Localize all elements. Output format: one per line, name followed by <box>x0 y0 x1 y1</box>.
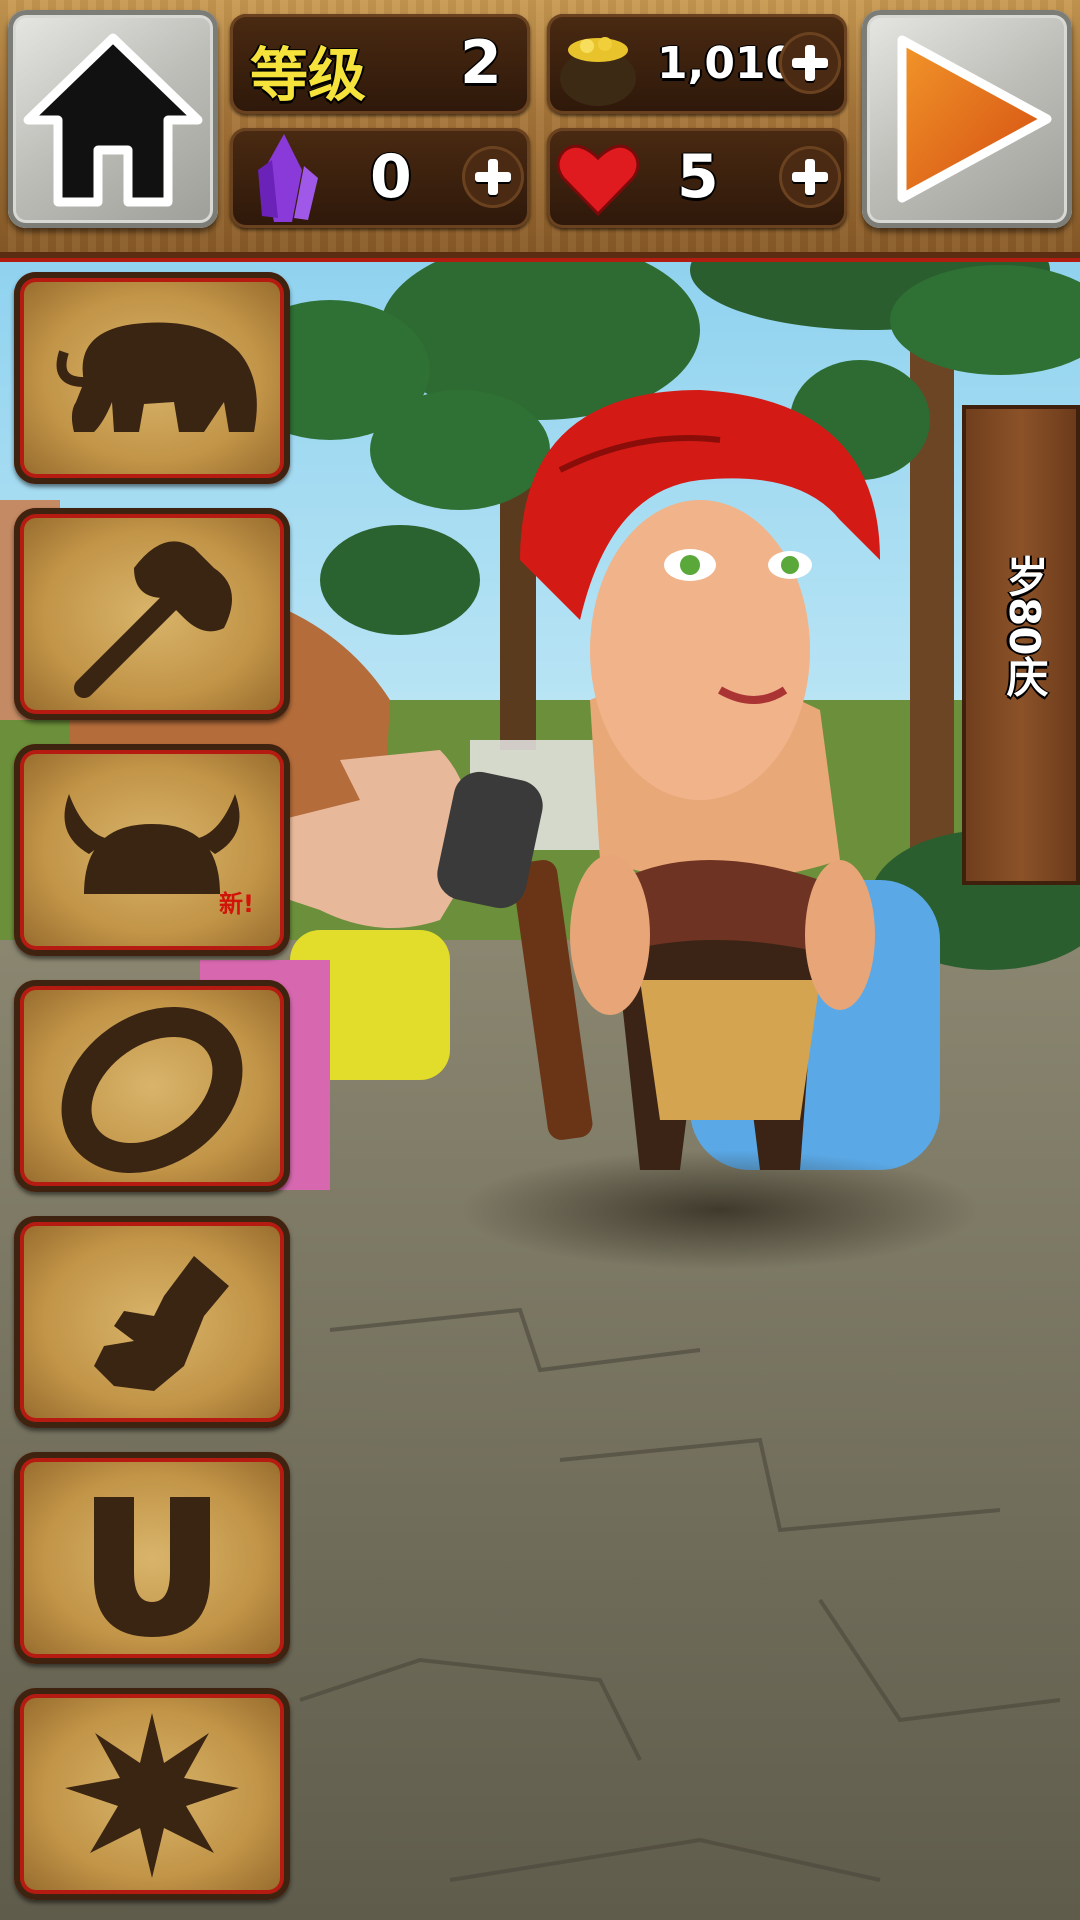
slot-axe[interactable] <box>14 508 290 720</box>
add-gold-button[interactable] <box>779 32 841 94</box>
slot-burst[interactable] <box>14 1688 290 1900</box>
lives-panel: 5 <box>547 128 847 228</box>
add-lives-button[interactable] <box>779 146 841 208</box>
horned-helmet-icon <box>64 794 240 894</box>
gems-panel: 0 <box>230 128 530 228</box>
slot-glove[interactable] <box>14 1216 290 1428</box>
gold-panel: 1,010 <box>547 14 847 114</box>
battle-axe-icon <box>74 541 232 698</box>
sign-text: 岁80庆 <box>1000 555 1049 698</box>
heart-icon <box>556 144 640 217</box>
spiky-burst-icon <box>65 1713 239 1878</box>
new-badge: 新! <box>219 890 254 918</box>
play-button[interactable] <box>862 10 1072 228</box>
level-value: 2 <box>460 28 502 98</box>
add-gems-button[interactable] <box>462 146 524 208</box>
wooden-sign: 岁80庆 <box>962 405 1080 885</box>
glove-icon <box>94 1256 229 1391</box>
level-label: 等级 <box>250 41 367 109</box>
lives-value: 5 <box>677 142 719 212</box>
gems-value: 0 <box>370 142 412 212</box>
gold-pot-icon <box>560 37 636 106</box>
gold-value: 1,010 <box>657 38 797 89</box>
slot-mammoth[interactable] <box>14 272 290 484</box>
home-button[interactable] <box>8 10 218 228</box>
level-panel: 等级 2 <box>230 14 530 114</box>
crystal-icon <box>258 134 318 222</box>
home-icon <box>23 33 203 207</box>
slot-horseshoe[interactable] <box>14 1452 290 1664</box>
mammoth-icon <box>56 322 257 432</box>
horseshoe-icon <box>94 1497 210 1637</box>
ring-icon <box>61 1006 243 1174</box>
top-bar: 等级 2 1,010 0 5 <box>0 0 1080 258</box>
slot-ring[interactable] <box>14 980 290 1192</box>
play-icon <box>897 35 1052 203</box>
slot-helmet[interactable]: 新! <box>14 744 290 956</box>
